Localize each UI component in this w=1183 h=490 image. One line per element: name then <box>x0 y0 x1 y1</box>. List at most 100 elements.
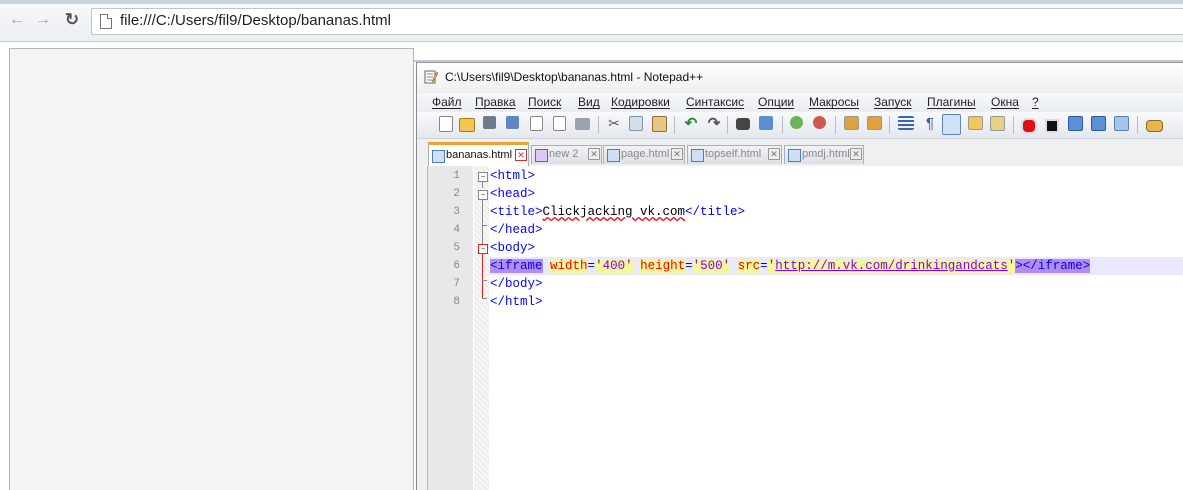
fold-minus-icon[interactable]: − <box>478 244 488 254</box>
tab-label: new 2 <box>549 148 579 160</box>
close-file-icon[interactable] <box>530 116 543 131</box>
toolbar: ✂ ↶ ↷ ¶ <box>417 112 1183 139</box>
print-icon[interactable] <box>575 118 590 130</box>
save-all-icon[interactable] <box>506 116 519 129</box>
zoom-out-icon[interactable] <box>813 116 826 129</box>
function-list-icon[interactable] <box>990 116 1005 131</box>
line-number: 6 <box>453 260 460 272</box>
fold-line <box>482 254 483 299</box>
tab-close-icon[interactable]: ✕ <box>671 148 683 160</box>
code-token: <title> <box>490 205 543 219</box>
back-arrow-icon[interactable]: ← <box>8 11 26 29</box>
fold-minus-icon[interactable]: − <box>478 190 488 200</box>
code-token: <head> <box>490 187 536 201</box>
menu-options[interactable]: Опции <box>758 95 794 109</box>
code-line-4: </head> <box>490 221 1183 239</box>
toolbar-separator <box>1013 116 1014 134</box>
forward-arrow-icon[interactable]: → <box>34 11 52 29</box>
record-macro-icon[interactable] <box>1021 118 1037 134</box>
document-map-icon[interactable] <box>968 116 983 130</box>
indent-guide-icon[interactable] <box>942 114 961 135</box>
menu-view[interactable]: Вид <box>578 95 600 109</box>
copy-icon[interactable] <box>629 116 643 131</box>
cut-icon[interactable]: ✂ <box>607 116 621 130</box>
menu-help[interactable]: ? <box>1032 95 1039 109</box>
fold-line <box>482 200 483 226</box>
code-token: <body> <box>490 241 536 255</box>
iframe-frame[interactable] <box>9 48 414 490</box>
playback-macro-icon[interactable] <box>1068 116 1083 131</box>
menu-run[interactable]: Запуск <box>874 95 912 109</box>
toolbar-separator <box>598 116 599 134</box>
run-macro-multiple-icon[interactable] <box>1091 116 1106 131</box>
code-token: '400' <box>595 259 633 273</box>
code-area[interactable]: <html> <head> <title>Clickjacking vk.com… <box>490 166 1183 490</box>
notepadpp-icon <box>424 70 438 84</box>
fold-line <box>482 298 487 299</box>
line-number: 1 <box>453 170 460 182</box>
save-icon[interactable] <box>483 116 496 129</box>
browser-toolbar: ← → ↻ file:///C:/Users/fil9/Desktop/bana… <box>0 0 1183 42</box>
line-number: 4 <box>453 224 460 236</box>
menu-syntax[interactable]: Синтаксис <box>686 95 744 109</box>
menu-encoding[interactable]: Кодировки <box>611 95 670 109</box>
open-file-icon[interactable] <box>459 118 475 132</box>
code-editor[interactable]: 1 2 3 4 5 6 7 8 − − − <html> <head> <tit… <box>427 166 1183 490</box>
window-title: C:\Users\fil9\Desktop\bananas.html - Not… <box>445 70 704 84</box>
find-icon[interactable] <box>736 118 750 130</box>
address-bar[interactable]: file:///C:/Users/fil9/Desktop/bananas.ht… <box>91 8 1183 35</box>
code-token: width <box>550 259 588 273</box>
fold-line <box>482 280 487 281</box>
tab-pmdj[interactable]: pmdj.html ✕ <box>784 145 864 164</box>
launch-browser-icon[interactable] <box>1146 120 1163 132</box>
sync-vertical-icon[interactable] <box>844 116 859 130</box>
menu-window[interactable]: Окна <box>991 95 1019 109</box>
menu-file[interactable]: Файл <box>432 95 462 109</box>
close-all-icon[interactable] <box>553 116 566 131</box>
notepadpp-window: C:\Users\fil9\Desktop\bananas.html - Not… <box>416 62 1183 490</box>
document-icon <box>607 149 620 162</box>
tab-bar: bananas.html ✕ new 2 ✕ page.html ✕ topse… <box>417 140 1183 166</box>
tab-close-icon[interactable]: ✕ <box>850 148 862 160</box>
replace-icon[interactable] <box>759 116 773 130</box>
menu-bar: Файл Правка Поиск Вид Кодировки Синтакси… <box>417 93 1183 111</box>
menu-macros[interactable]: Макросы <box>809 95 859 109</box>
toolbar-separator <box>889 116 890 134</box>
tab-label: page.html <box>621 148 670 160</box>
tab-topself[interactable]: topself.html ✕ <box>687 145 782 164</box>
toolbar-separator <box>835 116 836 134</box>
tab-new-2[interactable]: new 2 ✕ <box>531 145 602 164</box>
save-macro-icon[interactable] <box>1114 116 1129 131</box>
undo-icon[interactable]: ↶ <box>683 116 699 132</box>
window-titlebar[interactable]: C:\Users\fil9\Desktop\bananas.html - Not… <box>417 63 1183 91</box>
zoom-in-icon[interactable] <box>790 116 803 129</box>
code-line-7: </body> <box>490 275 1183 293</box>
reload-icon[interactable]: ↻ <box>63 11 81 29</box>
line-number: 2 <box>453 188 460 200</box>
sync-horizontal-icon[interactable] <box>867 116 882 130</box>
document-icon <box>535 149 548 162</box>
tab-close-icon[interactable]: ✕ <box>768 148 780 160</box>
code-token: <iframe <box>490 259 543 273</box>
paste-icon[interactable] <box>652 116 667 132</box>
menu-edit[interactable]: Правка <box>475 95 516 109</box>
address-url[interactable]: file:///C:/Users/fil9/Desktop/bananas.ht… <box>120 11 391 31</box>
line-number: 8 <box>453 296 460 308</box>
document-icon <box>432 150 445 163</box>
show-all-characters-icon[interactable]: ¶ <box>922 116 938 132</box>
tab-label: topself.html <box>705 148 762 160</box>
tab-close-icon[interactable]: ✕ <box>515 149 527 161</box>
tab-strip <box>0 0 1183 4</box>
word-wrap-icon[interactable] <box>898 116 914 130</box>
fold-line <box>482 182 483 188</box>
fold-minus-icon[interactable]: − <box>478 172 488 182</box>
menu-plugins[interactable]: Плагины <box>927 95 976 109</box>
new-file-icon[interactable] <box>439 116 453 132</box>
menu-search[interactable]: Поиск <box>528 95 561 109</box>
code-line-5: <body> <box>490 239 1183 257</box>
stop-recording-icon[interactable] <box>1045 119 1059 133</box>
tab-page[interactable]: page.html ✕ <box>603 145 685 164</box>
redo-icon[interactable]: ↷ <box>706 116 722 132</box>
tab-close-icon[interactable]: ✕ <box>588 148 600 160</box>
tab-bananas[interactable]: bananas.html ✕ <box>428 142 529 166</box>
